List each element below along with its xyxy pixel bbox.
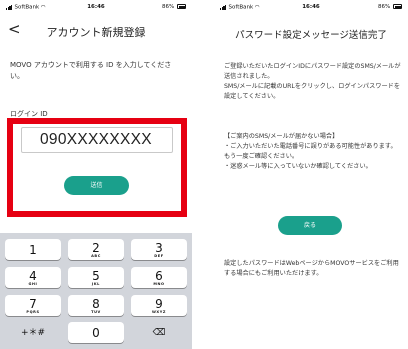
instruction-text: MOVO アカウントで利用する ID を入力してください。 (10, 61, 172, 80)
account-registration-screen: SoftBank ◠ 16:46 86% < アカウント新規登録 MOVO アカ… (0, 0, 192, 349)
return-button[interactable]: 戻る (278, 216, 342, 235)
keypad-key-6[interactable]: 6 MNO (131, 267, 187, 288)
password-message-sent-screen: SoftBank ◠ 16:46 86% パスワード設定メッセージ送信完了 ご登… (214, 0, 408, 349)
battery-icon (177, 4, 186, 9)
keypad-key-4[interactable]: 4 GHI (5, 267, 61, 288)
login-id-input[interactable]: 090XXXXXXXX (21, 127, 173, 153)
battery-percent: 86% (162, 4, 175, 10)
keypad-key-8[interactable]: 8 TUV (68, 295, 124, 316)
page-title: アカウント新規登録 (46, 26, 146, 39)
page-title: パスワード設定メッセージ送信完了 (235, 30, 387, 41)
keypad-key-2[interactable]: 2 ABC (68, 239, 124, 260)
navigation-bar: < アカウント新規登録 (0, 16, 192, 48)
footer-note: 設定したパスワードはWebページからMOVOサービスをご利用する場合にもご利用い… (224, 260, 399, 277)
not-received-notice: 【ご案内のSMS/メールが届かない場合】 ・ご入力いただいた電話番号に誤りがある… (224, 133, 397, 170)
status-bar: SoftBank ◠ 16:46 86% (214, 0, 408, 14)
keypad-key-5[interactable]: 5 JKL (68, 267, 124, 288)
keypad-key-symbols[interactable]: +＊# (5, 321, 61, 342)
keypad-key-3[interactable]: 3 DEF (131, 239, 187, 260)
battery-percent: 86% (378, 4, 391, 10)
send-button[interactable]: 送信 (64, 176, 129, 195)
keypad-key-0[interactable]: 0 (68, 322, 124, 343)
status-bar: SoftBank ◠ 16:46 86% (0, 0, 192, 14)
keypad-key-7[interactable]: 7 PQRS (5, 295, 61, 316)
battery-icon (393, 4, 402, 9)
backspace-icon[interactable]: ⌫ (131, 321, 187, 342)
keypad-key-1[interactable]: 1 (5, 239, 61, 260)
numeric-keypad: 1 2 ABC 3 DEF 4 GHI 5 JKL 6 MNO 7 PQRS 8… (0, 233, 192, 349)
sent-message-text: ご登録いただいたログインIDにパスワード設定のSMS/メールが送信されました。 … (224, 63, 401, 100)
keypad-key-9[interactable]: 9 WXYZ (131, 295, 187, 316)
